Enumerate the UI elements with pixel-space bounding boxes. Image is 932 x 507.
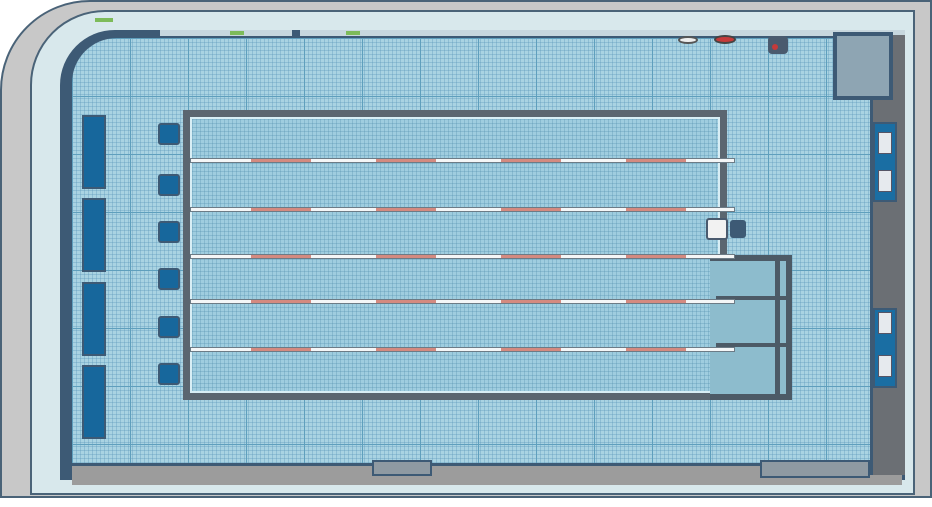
bench [82, 115, 106, 189]
chair [158, 123, 180, 145]
bench [82, 198, 106, 272]
green-light-fixture [346, 31, 360, 35]
lane-rope [190, 299, 735, 304]
lane-rope-marker [501, 300, 561, 303]
lane-rope-marker [376, 208, 436, 211]
lane-rope-marker [251, 159, 311, 162]
lifeguard-chair [706, 218, 728, 240]
locker-door [878, 312, 892, 334]
green-light-fixture [230, 31, 244, 35]
lane-rope-marker [501, 159, 561, 162]
pool-ladder-rail [775, 260, 780, 395]
lane-rope-marker [501, 348, 561, 351]
lane-rope-marker [376, 159, 436, 162]
lane-rope-marker [626, 208, 686, 211]
side-table [730, 220, 746, 238]
lane-rope-marker [251, 208, 311, 211]
ring-buoy-icon [678, 36, 698, 44]
right-wall [870, 35, 905, 475]
ring-buoy-icon [714, 35, 736, 44]
chair [158, 174, 180, 196]
lane-rope-marker [376, 300, 436, 303]
lane-rope-marker [626, 348, 686, 351]
lane-rope-marker [251, 348, 311, 351]
chair [158, 221, 180, 243]
alarm-light-icon [772, 44, 778, 50]
chair [158, 316, 180, 338]
entrance-door [760, 460, 870, 478]
lane-rope-marker [501, 255, 561, 258]
lane-rope-marker [501, 208, 561, 211]
lifeguard-stand [833, 32, 893, 100]
lane-rope-marker [626, 159, 686, 162]
lane-rope [190, 158, 735, 163]
bench [82, 282, 106, 356]
wall-device-icon [292, 30, 300, 38]
lane-rope-marker [251, 300, 311, 303]
locker-door [878, 132, 892, 154]
bench [82, 365, 106, 439]
lane-rope [190, 347, 735, 352]
lane-rope [190, 207, 735, 212]
door-mat [372, 460, 432, 476]
locker-door [878, 355, 892, 377]
chair [158, 363, 180, 385]
exterior-edge [0, 496, 932, 507]
equipment-icon [768, 36, 788, 54]
top-wall-strip [160, 30, 905, 38]
green-light-fixture [95, 18, 113, 22]
lane-rope-marker [626, 255, 686, 258]
lane-rope-marker [376, 348, 436, 351]
chair [158, 268, 180, 290]
lane-rope-marker [376, 255, 436, 258]
locker-door [878, 170, 892, 192]
lane-rope-marker [626, 300, 686, 303]
lane-rope-marker [251, 255, 311, 258]
lane-rope [190, 254, 735, 259]
